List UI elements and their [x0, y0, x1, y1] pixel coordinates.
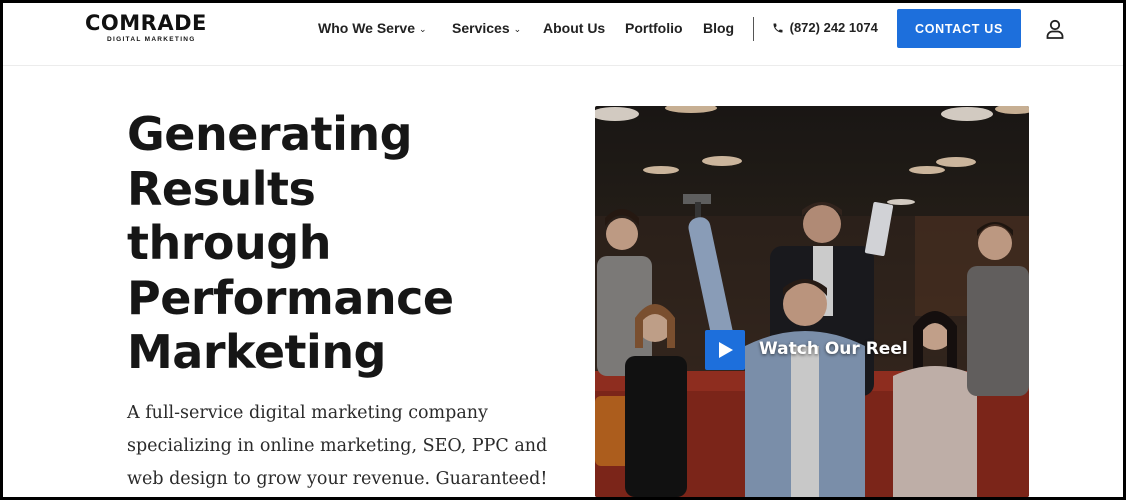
- headline-line: Generating: [127, 107, 413, 161]
- play-icon: [719, 342, 733, 358]
- nav-item-label: Services: [452, 20, 510, 36]
- headline-line: Performance: [127, 270, 454, 325]
- phone-number: (872) 242 1074: [789, 20, 878, 35]
- play-button[interactable]: [705, 330, 745, 370]
- hero-description: A full-service digital marketing company…: [127, 403, 548, 489]
- nav-item-label: Blog: [703, 20, 735, 36]
- nav-item-portfolio[interactable]: Portfolio: [625, 20, 683, 36]
- headline-line: Marketing: [127, 325, 387, 379]
- nav-divider: [753, 17, 754, 41]
- hero-headline: Generating Results through Performance M…: [127, 107, 567, 380]
- nav-item-about-us[interactable]: About Us: [543, 20, 605, 36]
- nav-item-label: About Us: [543, 20, 606, 36]
- headline-line: through: [127, 216, 331, 270]
- chevron-down-icon: ⌄: [513, 24, 522, 34]
- user-account-icon[interactable]: [1046, 19, 1064, 39]
- phone-icon: [773, 23, 783, 33]
- headline-line: Results: [127, 161, 316, 216]
- team-photo: [595, 106, 1029, 497]
- watch-reel-label: Watch Our Reel: [759, 339, 908, 359]
- nav-item-label: Who We Serve: [318, 20, 415, 36]
- reel-video-thumbnail[interactable]: Watch Our Reel: [595, 106, 1029, 497]
- contact-us-button[interactable]: CONTACT US: [897, 9, 1021, 48]
- page: COMRADE DIGITAL MARKETING Who We Serve ⌄ …: [3, 3, 1123, 497]
- phone-link[interactable]: (872) 242 1074: [772, 20, 878, 35]
- nav-item-who-we-serve[interactable]: Who We Serve ⌄: [318, 20, 427, 36]
- nav-item-label: Portfolio: [625, 20, 683, 36]
- site-header: COMRADE DIGITAL MARKETING Who We Serve ⌄ …: [3, 3, 1123, 66]
- chevron-down-icon: ⌄: [419, 24, 427, 34]
- nav-item-services[interactable]: Services ⌄: [452, 20, 521, 36]
- nav-item-blog[interactable]: Blog: [703, 20, 734, 36]
